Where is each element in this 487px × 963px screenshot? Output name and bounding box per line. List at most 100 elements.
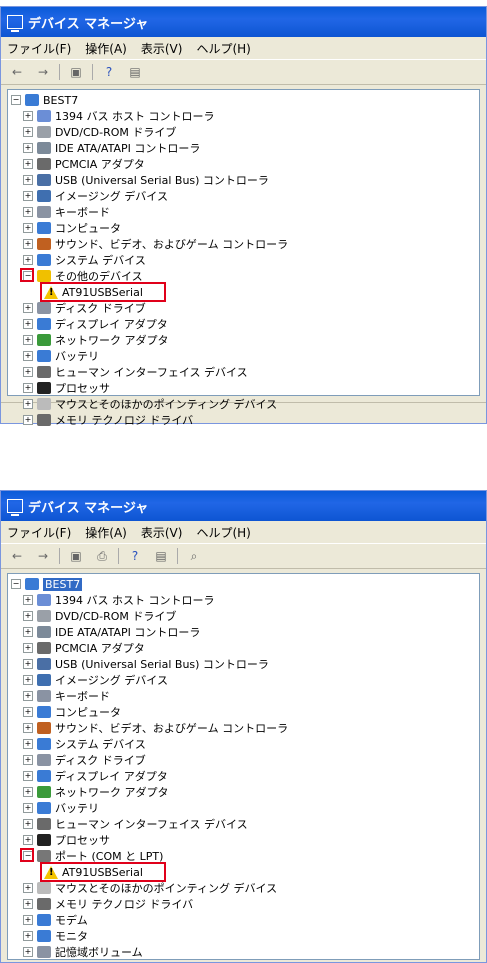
tree-category-item[interactable]: + モデム xyxy=(23,912,88,928)
menu-help[interactable]: ヘルプ(H) xyxy=(196,524,250,541)
collapse-icon[interactable]: − xyxy=(11,579,21,589)
tree-category-item[interactable]: + DVD/CD-ROM ドライブ xyxy=(23,124,176,140)
menu-view[interactable]: 表示(V) xyxy=(141,40,183,57)
device-tree[interactable]: − BEST7 +1394 バス ホスト コントローラ + DVD/CD-ROM ドライ… xyxy=(7,573,480,960)
menu-action[interactable]: 操作(A) xyxy=(85,524,127,541)
menu-file[interactable]: ファイル(F) xyxy=(7,40,71,57)
tree-category-item[interactable]: + ディスプレイ アダプタ xyxy=(23,316,168,332)
tree-category-item[interactable]: + メモリ テクノロジ ドライバ xyxy=(23,412,193,428)
tree-category-item[interactable]: + ヒューマン インターフェイス デバイス xyxy=(23,816,248,832)
tree-category-item[interactable]: + キーボード xyxy=(23,688,110,704)
scan-hardware-icon[interactable]: ⌕ xyxy=(184,547,204,565)
help-icon[interactable]: ? xyxy=(99,63,119,81)
expand-icon[interactable]: + xyxy=(23,367,33,377)
tree-category-item[interactable]: + ネットワーク アダプタ xyxy=(23,784,169,800)
expand-icon[interactable]: + xyxy=(23,627,33,637)
expand-icon[interactable]: + xyxy=(23,739,33,749)
expand-icon[interactable]: + xyxy=(23,415,33,425)
back-icon[interactable]: ← xyxy=(7,63,27,81)
tree-category-item[interactable]: + キーボード xyxy=(23,204,110,220)
menu-view[interactable]: 表示(V) xyxy=(141,524,183,541)
expand-icon[interactable]: + xyxy=(23,611,33,621)
tree-category-item[interactable]: + マウスとそのほかのポインティング デバイス xyxy=(23,396,277,412)
expand-icon[interactable]: + xyxy=(23,883,33,893)
tree-category-item[interactable]: + USB (Universal Serial Bus) コントローラ xyxy=(23,656,269,672)
expand-icon[interactable]: + xyxy=(23,755,33,765)
tree-category-item[interactable]: + メモリ テクノロジ ドライバ xyxy=(23,896,193,912)
expand-icon[interactable]: + xyxy=(23,319,33,329)
expand-icon[interactable]: + xyxy=(23,819,33,829)
forward-icon[interactable]: → xyxy=(33,63,53,81)
menu-help[interactable]: ヘルプ(H) xyxy=(196,40,250,57)
show-hide-console-tree-icon[interactable]: ▣ xyxy=(66,547,86,565)
expand-icon[interactable]: + xyxy=(23,595,33,605)
expand-icon[interactable]: + xyxy=(23,351,33,361)
expand-icon[interactable]: + xyxy=(23,223,33,233)
expand-icon[interactable]: + xyxy=(23,803,33,813)
tree-category-item[interactable]: + IDE ATA/ATAPI コントローラ xyxy=(23,624,200,640)
tree-category-item[interactable]: + IDE ATA/ATAPI コントローラ xyxy=(23,140,200,156)
expand-icon[interactable]: + xyxy=(23,659,33,669)
tree-category-item[interactable]: +1394 バス ホスト コントローラ xyxy=(23,592,214,608)
menu-action[interactable]: 操作(A) xyxy=(85,40,127,57)
expand-icon[interactable]: + xyxy=(23,207,33,217)
tree-category-item[interactable]: + サウンド、ビデオ、およびゲーム コントローラ xyxy=(23,720,288,736)
expand-icon[interactable]: + xyxy=(23,159,33,169)
tree-category-item[interactable]: + DVD/CD-ROM ドライブ xyxy=(23,608,176,624)
expand-icon[interactable]: + xyxy=(23,239,33,249)
expand-icon[interactable]: + xyxy=(23,787,33,797)
expand-icon[interactable]: + xyxy=(23,383,33,393)
tree-category-item[interactable]: + ネットワーク アダプタ xyxy=(23,332,169,348)
expand-icon[interactable]: + xyxy=(23,335,33,345)
expand-icon[interactable]: + xyxy=(23,175,33,185)
tree-category-item[interactable]: + イメージング デバイス xyxy=(23,672,168,688)
tree-category-item[interactable]: + プロセッサ xyxy=(23,380,110,396)
tree-category-item[interactable]: + プロセッサ xyxy=(23,832,110,848)
tree-category-item[interactable]: + PCMCIA アダプタ xyxy=(23,156,145,172)
expand-icon[interactable]: + xyxy=(23,303,33,313)
expand-icon[interactable]: + xyxy=(23,255,33,265)
forward-icon[interactable]: → xyxy=(33,547,53,565)
tree-category-item[interactable]: + USB (Universal Serial Bus) コントローラ xyxy=(23,172,269,188)
expand-icon[interactable]: + xyxy=(23,111,33,121)
print-icon[interactable]: ⎙ xyxy=(92,547,112,565)
expand-icon[interactable]: + xyxy=(23,191,33,201)
tree-category-item[interactable]: + コンピュータ xyxy=(23,220,121,236)
properties-icon[interactable]: ▤ xyxy=(151,547,171,565)
expand-icon[interactable]: + xyxy=(23,143,33,153)
menu-file[interactable]: ファイル(F) xyxy=(7,524,71,541)
tree-category-item[interactable]: + ディスプレイ アダプタ xyxy=(23,768,168,784)
tree-category-item[interactable]: + システム デバイス xyxy=(23,252,146,268)
tree-category-item[interactable]: + コンピュータ xyxy=(23,704,121,720)
tree-root-computer[interactable]: − BEST7 xyxy=(11,92,78,108)
tree-category-item[interactable]: + バッテリ xyxy=(23,800,99,816)
collapse-icon[interactable]: − xyxy=(11,95,21,105)
tree-category-item[interactable]: + システム デバイス xyxy=(23,736,146,752)
tree-category-item[interactable]: + マウスとそのほかのポインティング デバイス xyxy=(23,880,277,896)
tree-category-item[interactable]: +1394 バス ホスト コントローラ xyxy=(23,108,214,124)
expand-icon[interactable]: + xyxy=(23,771,33,781)
tree-category-item[interactable]: + イメージング デバイス xyxy=(23,188,168,204)
expand-icon[interactable]: + xyxy=(23,399,33,409)
tree-category-item[interactable]: + モニタ xyxy=(23,928,88,944)
expand-icon[interactable]: + xyxy=(23,691,33,701)
tree-root-computer[interactable]: − BEST7 xyxy=(11,576,83,592)
tree-category-item[interactable]: + PCMCIA アダプタ xyxy=(23,640,145,656)
expand-icon[interactable]: + xyxy=(23,723,33,733)
expand-icon[interactable]: + xyxy=(23,947,33,957)
expand-icon[interactable]: + xyxy=(23,127,33,137)
expand-icon[interactable]: + xyxy=(23,643,33,653)
help-icon[interactable]: ? xyxy=(125,547,145,565)
back-icon[interactable]: ← xyxy=(7,547,27,565)
show-hide-console-tree-icon[interactable]: ▣ xyxy=(66,63,86,81)
expand-icon[interactable]: + xyxy=(23,835,33,845)
properties-icon[interactable]: ▤ xyxy=(125,63,145,81)
tree-category-item[interactable]: + 記憶域ボリューム xyxy=(23,944,143,960)
expand-icon[interactable]: + xyxy=(23,675,33,685)
tree-category-item[interactable]: + バッテリ xyxy=(23,348,99,364)
tree-category-item[interactable]: + ディスク ドライブ xyxy=(23,752,146,768)
expand-icon[interactable]: + xyxy=(23,915,33,925)
tree-category-item[interactable]: + サウンド、ビデオ、およびゲーム コントローラ xyxy=(23,236,288,252)
tree-category-item[interactable]: + ディスク ドライブ xyxy=(23,300,146,316)
expand-icon[interactable]: + xyxy=(23,707,33,717)
